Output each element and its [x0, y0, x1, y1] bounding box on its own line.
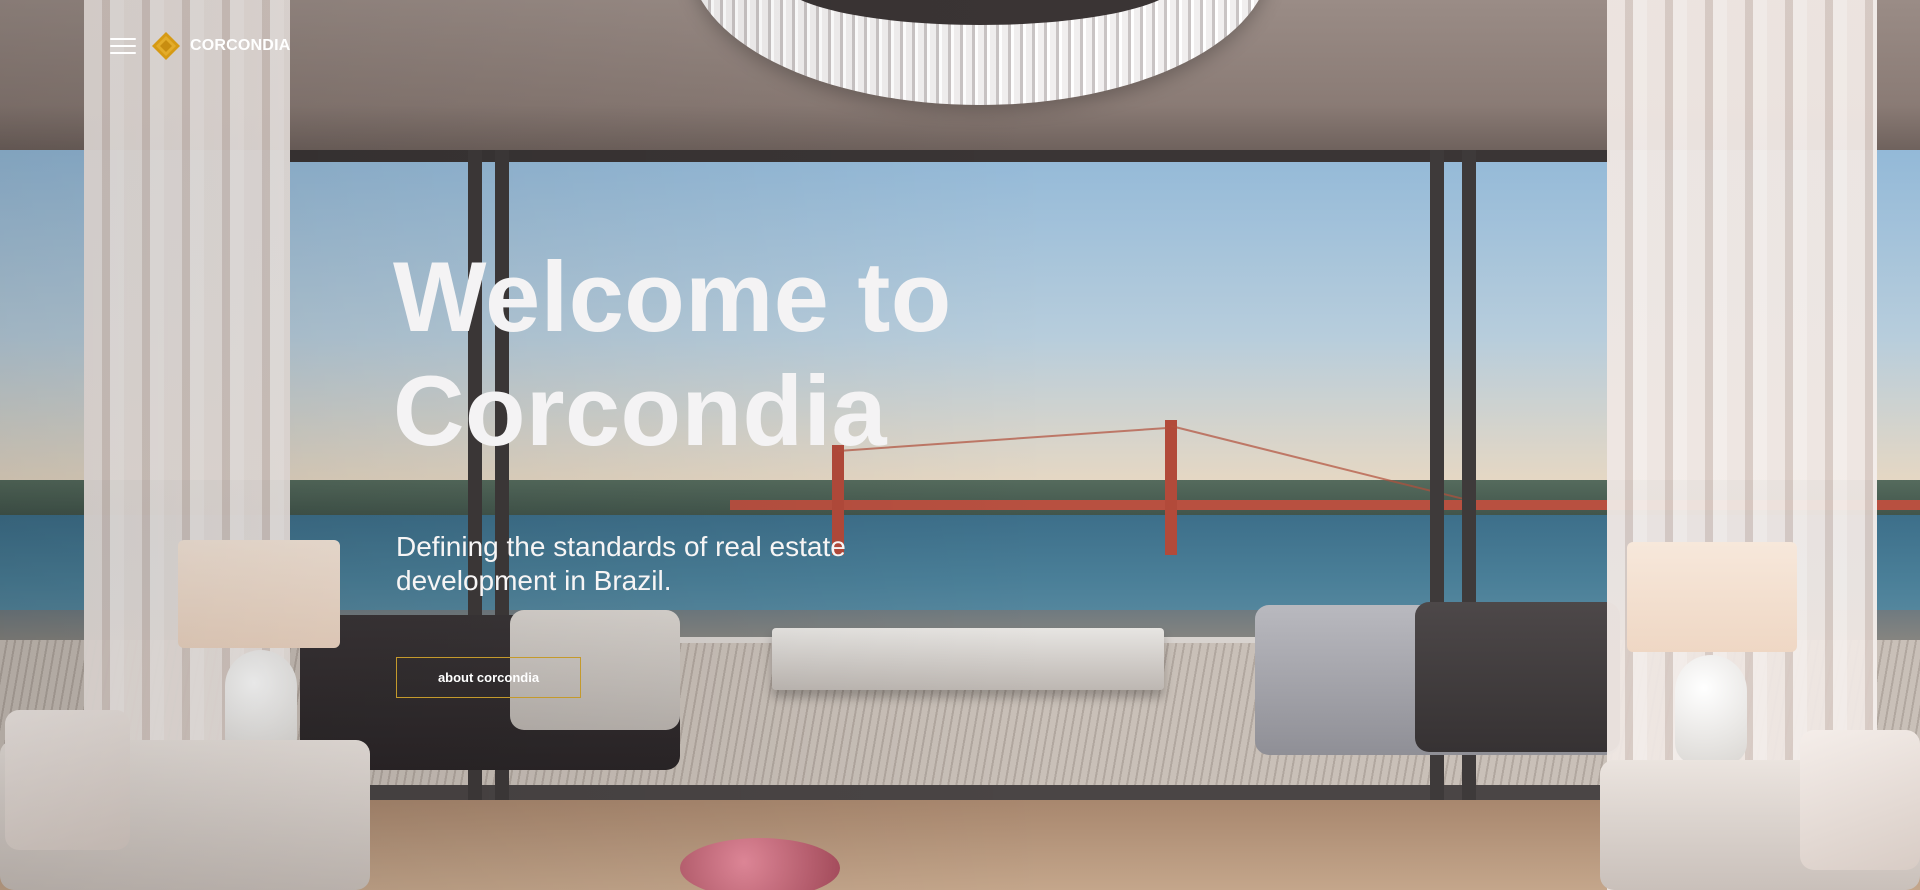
hero-subtitle: Defining the standards of real estate de… — [396, 531, 846, 596]
site-header: CORCONDIA — [110, 28, 290, 64]
about-corcondia-button[interactable]: about corcondia — [396, 657, 581, 698]
brand-logo[interactable]: CORCONDIA — [152, 32, 290, 60]
brand-name: CORCONDIA — [190, 37, 291, 54]
hamburger-icon[interactable] — [110, 38, 136, 54]
diamond-logo-icon — [152, 32, 180, 60]
hero-title: Welcome to Corcondia — [393, 241, 952, 466]
